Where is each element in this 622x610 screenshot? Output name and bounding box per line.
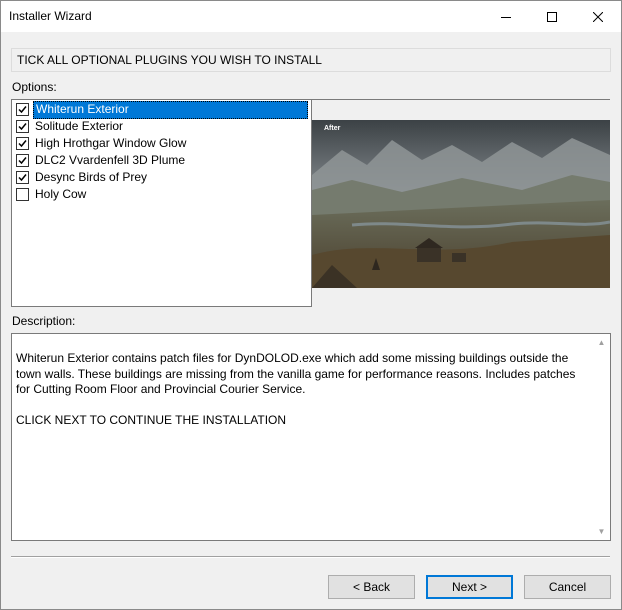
- window-title: Installer Wizard: [9, 9, 92, 23]
- instruction-text: TICK ALL OPTIONAL PLUGINS YOU WISH TO IN…: [17, 53, 322, 67]
- plugin-label: Desync Birds of Prey: [35, 169, 148, 184]
- instruction-banner: TICK ALL OPTIONAL PLUGINS YOU WISH TO IN…: [11, 48, 611, 72]
- plugin-list[interactable]: Whiterun Exterior Solitude Exterior High H…: [11, 99, 312, 307]
- plugin-list-item[interactable]: Desync Birds of Prey: [14, 169, 308, 186]
- checkbox-checked-icon[interactable]: [16, 120, 29, 133]
- description-content: Whiterun Exterior contains patch files f…: [16, 351, 592, 429]
- plugin-label: Solitude Exterior: [35, 118, 124, 133]
- plugin-list-item[interactable]: DLC2 Vvardenfell 3D Plume: [14, 152, 308, 169]
- preview-image: After: [312, 120, 610, 288]
- maximize-icon: [547, 11, 557, 22]
- installer-window: Installer Wizard TICK ALL OPTIONAL PLUGI…: [0, 0, 622, 610]
- checkbox-checked-icon[interactable]: [16, 103, 29, 116]
- plugin-list-item[interactable]: Holy Cow: [14, 186, 308, 203]
- plugin-list-item[interactable]: Solitude Exterior: [14, 118, 308, 135]
- description-body: Whiterun Exterior contains patch files f…: [16, 351, 576, 396]
- checkbox-checked-icon[interactable]: [16, 171, 29, 184]
- next-button[interactable]: Next >: [426, 575, 513, 599]
- minimize-button[interactable]: [483, 1, 529, 32]
- title-bar: Installer Wizard: [1, 1, 621, 32]
- footer-divider: [11, 556, 610, 558]
- plugin-label: High Hrothgar Window Glow: [35, 135, 187, 150]
- scroll-up-icon[interactable]: ▲: [593, 334, 610, 351]
- scroll-down-icon[interactable]: ▼: [593, 523, 610, 540]
- plugin-list-item[interactable]: High Hrothgar Window Glow: [14, 135, 308, 152]
- description-footer: CLICK NEXT TO CONTINUE THE INSTALLATION: [16, 413, 287, 427]
- checkbox-checked-icon[interactable]: [16, 137, 29, 150]
- options-label: Options:: [12, 80, 57, 94]
- checkbox-unchecked-icon[interactable]: [16, 188, 29, 201]
- description-label: Description:: [12, 314, 76, 328]
- back-button[interactable]: < Back: [328, 575, 415, 599]
- maximize-button[interactable]: [529, 1, 575, 32]
- minimize-icon: [501, 16, 511, 18]
- preview-caption: After: [324, 125, 341, 132]
- description-scrollbar[interactable]: ▲ ▼: [593, 334, 610, 540]
- plugin-label: Whiterun Exterior: [33, 100, 308, 119]
- close-button[interactable]: [575, 1, 621, 32]
- preview-panel: After: [312, 99, 610, 306]
- description-textbox[interactable]: Whiterun Exterior contains patch files f…: [11, 333, 611, 541]
- plugin-label: DLC2 Vvardenfell 3D Plume: [35, 152, 186, 167]
- checkbox-checked-icon[interactable]: [16, 154, 29, 167]
- plugin-label: Holy Cow: [35, 186, 87, 201]
- close-icon: [593, 11, 603, 22]
- cancel-button[interactable]: Cancel: [524, 575, 611, 599]
- plugin-list-item[interactable]: Whiterun Exterior: [14, 100, 308, 119]
